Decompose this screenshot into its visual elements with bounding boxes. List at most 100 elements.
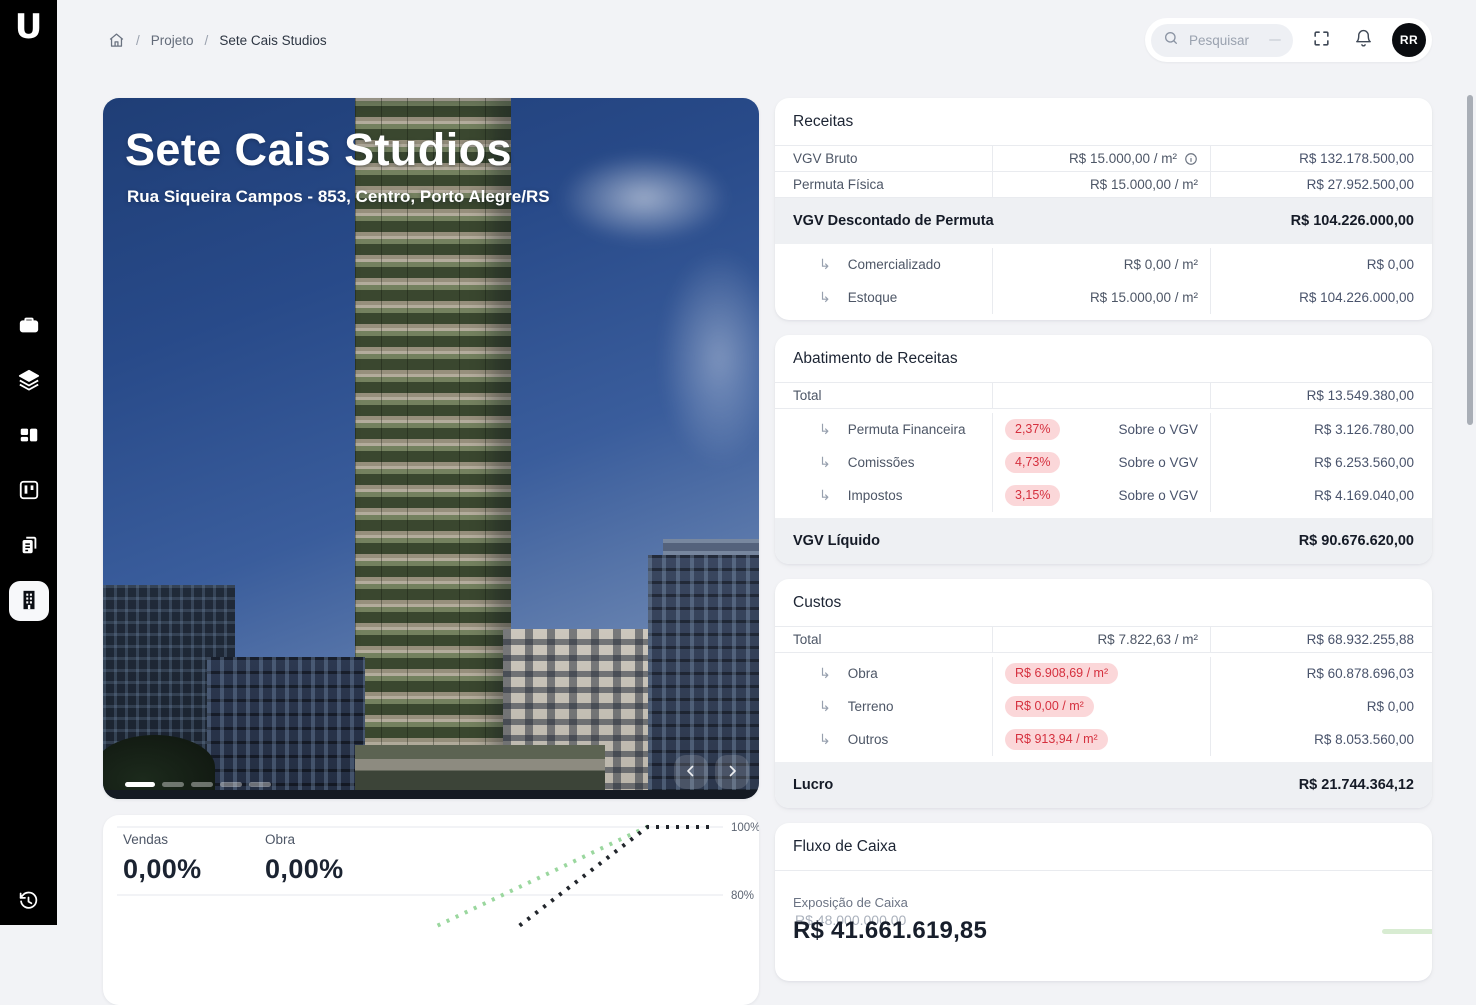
stat-value: 0,00% xyxy=(123,854,265,885)
history-icon xyxy=(18,890,39,914)
row-total: R$ 3.126.780,00 xyxy=(1211,422,1432,437)
subitem-arrow-icon xyxy=(819,698,831,715)
abatimento-panel: Abatimento de Receitas Total R$ 13.549.3… xyxy=(775,335,1432,564)
carousel-dot[interactable] xyxy=(125,782,155,787)
row-unit-value: R$ 15.000,00 / m² xyxy=(1090,177,1198,192)
row-label: Comercializado xyxy=(848,257,941,272)
carousel-dot[interactable] xyxy=(162,782,184,787)
info-icon[interactable] xyxy=(1184,152,1198,166)
breadcrumb: / Projeto / Sete Cais Studios xyxy=(108,32,327,49)
carousel-prev-button[interactable] xyxy=(674,755,708,789)
cost-badge: R$ 6.908,69 / m² xyxy=(1005,663,1118,685)
row-total: R$ 6.253.560,00 xyxy=(1211,455,1432,470)
row-label: Outros xyxy=(848,732,889,747)
percent-badge: 3,15% xyxy=(1005,485,1060,507)
summary-row-vgv-descontado: VGV Descontado de Permuta R$ 104.226.000… xyxy=(775,198,1432,244)
bridge-shape xyxy=(355,745,605,791)
carousel-dot[interactable] xyxy=(191,782,213,787)
row-label: Permuta Física xyxy=(775,177,992,192)
summary-value: R$ 21.744.364,12 xyxy=(1299,777,1414,793)
svg-text:100%: 100% xyxy=(731,822,759,834)
row-total: R$ 13.549.380,00 xyxy=(1211,388,1432,403)
progress-chart-card: Vendas 0,00% Obra 0,00% 100%80% xyxy=(103,815,759,1005)
row-total: R$ 27.952.500,00 xyxy=(1211,177,1432,192)
chevron-left-icon xyxy=(682,762,700,783)
panel-title: Fluxo de Caixa xyxy=(775,823,1432,871)
custos-subrows: Obra R$ 6.908,69 / m² R$ 60.878.696,03 T… xyxy=(775,653,1432,762)
right-column: Receitas VGV Bruto R$ 15.000,00 / m² R$ … xyxy=(775,98,1432,1005)
shortcut-dash xyxy=(1269,39,1281,41)
row-unit-value: R$ 15.000,00 / m² xyxy=(1069,151,1177,166)
cost-badge: R$ 0,00 / m² xyxy=(1005,696,1094,718)
documents-icon xyxy=(18,534,40,559)
table-row: Comercializado R$ 0,00 / m² R$ 0,00 xyxy=(775,248,1432,281)
breadcrumb-current: Sete Cais Studios xyxy=(219,33,326,48)
subitem-arrow-icon xyxy=(819,665,831,682)
carousel-dots[interactable] xyxy=(125,782,271,787)
sidebar-item-history[interactable] xyxy=(9,882,49,922)
summary-value: R$ 104.226.000,00 xyxy=(1291,213,1414,229)
sidebar-item-briefcase[interactable] xyxy=(9,306,49,346)
summary-row-vgv-liquido: VGV Líquido R$ 90.676.620,00 xyxy=(775,518,1432,564)
avatar[interactable]: RR xyxy=(1392,23,1426,57)
chevron-right-icon xyxy=(723,762,741,783)
row-total: R$ 4.169.040,00 xyxy=(1211,488,1432,503)
table-row: Obra R$ 6.908,69 / m² R$ 60.878.696,03 xyxy=(775,657,1432,690)
table-row: Permuta Financeira 2,37%Sobre o VGV R$ 3… xyxy=(775,413,1432,446)
topbar: / Projeto / Sete Cais Studios RR xyxy=(57,0,1476,80)
subitem-arrow-icon xyxy=(819,454,831,471)
carousel-dot[interactable] xyxy=(249,782,271,787)
percent-badge: 4,73% xyxy=(1005,452,1060,474)
row-label: Total xyxy=(775,632,992,647)
subitem-arrow-icon xyxy=(819,421,831,438)
carousel-nav xyxy=(674,755,749,789)
table-row: Permuta Física R$ 15.000,00 / m² R$ 27.9… xyxy=(775,172,1432,198)
row-label: Comissões xyxy=(848,455,915,470)
subitem-arrow-icon xyxy=(819,731,831,748)
stat-label: Vendas xyxy=(123,832,265,847)
project-address: Rua Siqueira Campos - 853, Centro, Porto… xyxy=(127,187,550,207)
subitem-arrow-icon xyxy=(819,487,831,504)
row-total: R$ 68.932.255,88 xyxy=(1211,632,1432,647)
hero-text: Sete Cais Studios Rua Siqueira Campos - … xyxy=(125,124,550,207)
building-shape xyxy=(207,657,365,799)
left-column: Sete Cais Studios Rua Siqueira Campos - … xyxy=(103,98,759,1005)
fullscreen-button[interactable] xyxy=(1308,25,1335,55)
search-icon xyxy=(1163,30,1179,51)
kanban-icon xyxy=(18,479,40,504)
cropped-green-element xyxy=(1382,929,1432,934)
summary-label: VGV Líquido xyxy=(793,533,880,549)
row-total: R$ 60.878.696,03 xyxy=(1211,666,1432,681)
receitas-panel: Receitas VGV Bruto R$ 15.000,00 / m² R$ … xyxy=(775,98,1432,320)
percent-badge: 2,37% xyxy=(1005,419,1060,441)
carousel-dot[interactable] xyxy=(220,782,242,787)
app-root: U xyxy=(0,0,1476,925)
vertical-scrollbar[interactable] xyxy=(1467,95,1473,425)
home-icon[interactable] xyxy=(108,32,125,49)
sidebar-item-documents[interactable] xyxy=(9,526,49,566)
fluxo-panel: Fluxo de Caixa Exposição de Caixa R$ 48.… xyxy=(775,823,1432,981)
row-total: R$ 8.053.560,00 xyxy=(1211,732,1432,747)
stat-label: Obra xyxy=(265,832,407,847)
search-box[interactable] xyxy=(1151,24,1293,57)
main-area: / Projeto / Sete Cais Studios RR xyxy=(57,0,1476,925)
panel-title: Abatimento de Receitas xyxy=(775,335,1432,382)
panel-title: Receitas xyxy=(775,98,1432,145)
sidebar-item-layers[interactable] xyxy=(9,361,49,401)
metric-label: Exposição de Caixa xyxy=(793,895,1414,910)
summary-label: VGV Descontado de Permuta xyxy=(793,213,994,229)
ground-shape xyxy=(103,790,759,799)
breadcrumb-projeto[interactable]: Projeto xyxy=(151,33,194,48)
summary-value: R$ 90.676.620,00 xyxy=(1299,533,1414,549)
row-unit-value: R$ 15.000,00 / m² xyxy=(1090,290,1198,305)
sidebar-item-building[interactable] xyxy=(9,581,49,621)
sidebar-item-widgets[interactable] xyxy=(9,416,49,456)
carousel-next-button[interactable] xyxy=(715,755,749,789)
fluxo-body: Exposição de Caixa R$ 48.000.000,00 R$ 4… xyxy=(775,871,1432,981)
table-row: Terreno R$ 0,00 / m² R$ 0,00 xyxy=(775,690,1432,723)
app-logo[interactable]: U xyxy=(15,10,43,44)
custos-rows: Total R$ 7.822,63 / m² R$ 68.932.255,88 xyxy=(775,626,1432,653)
notifications-button[interactable] xyxy=(1350,25,1377,55)
sidebar-item-kanban[interactable] xyxy=(9,471,49,511)
search-input[interactable] xyxy=(1187,32,1261,49)
